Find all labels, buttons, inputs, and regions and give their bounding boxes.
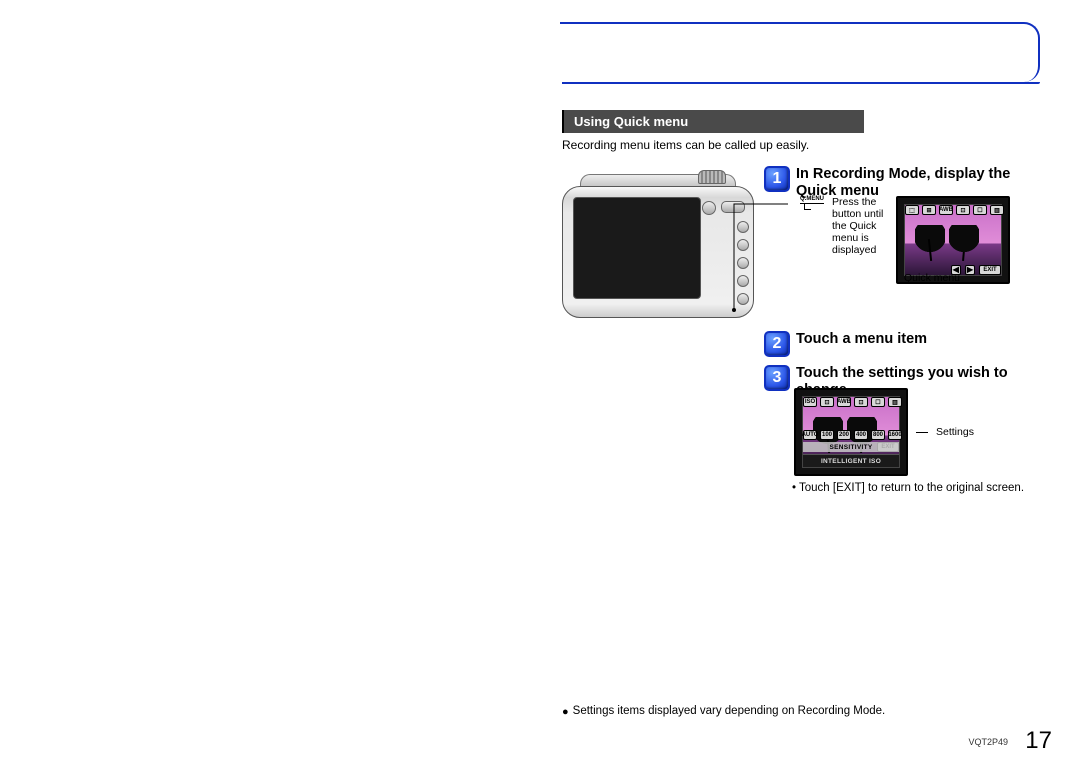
qmenu-button-label: Q.MENU	[800, 196, 824, 204]
bullet-icon: ●	[562, 705, 569, 719]
step-number-icon: 2	[764, 331, 790, 357]
document-id: VQT2P49	[968, 737, 1008, 747]
sensitivity-label: SENSITIVITY	[803, 442, 899, 452]
step-number-icon: 3	[764, 365, 790, 391]
nav-next-icon: ▶	[965, 265, 975, 275]
footnote: ● Settings items displayed vary dependin…	[562, 705, 885, 719]
page-number: 17	[1025, 727, 1052, 755]
iso-option: AUTO	[803, 430, 817, 440]
qm-icon: AWB	[837, 397, 851, 407]
page-frame	[560, 22, 1040, 82]
qm-icon: ⬚	[905, 205, 919, 215]
iso-option: 800	[871, 430, 885, 440]
iso-option: 100	[820, 430, 834, 440]
exit-button: EXIT	[979, 265, 1001, 275]
qm-icon: ⊡	[854, 397, 868, 407]
intelligent-iso-label: INTELLIGENT ISO	[803, 454, 899, 467]
footnote-text: Settings items displayed vary depending …	[573, 705, 886, 717]
iso-option: 1600	[888, 430, 902, 440]
step-2: 2 Touch a menu item	[764, 331, 1054, 357]
settings-caption: Settings	[936, 426, 974, 438]
iso-option: 400	[854, 430, 868, 440]
step-2-title: Touch a menu item	[796, 331, 927, 348]
qm-icon: ISO	[803, 397, 817, 407]
qm-icon: ▥	[990, 205, 1004, 215]
qm-icon: ▥	[888, 397, 902, 407]
section-header: Using Quick menu	[562, 110, 864, 133]
quickmenu-caption: Quick menu	[904, 272, 960, 284]
intro-text: Recording menu items can be called up ea…	[562, 138, 809, 152]
qm-icon: ⊡	[820, 397, 834, 407]
camera-illustration	[562, 168, 754, 318]
qm-icon: ☐	[973, 205, 987, 215]
qm-icon: AWB	[939, 205, 953, 215]
step-number-icon: 1	[764, 166, 790, 192]
return-note: • Touch [EXIT] to return to the original…	[792, 482, 1024, 494]
iso-option: 200	[837, 430, 851, 440]
leader-line	[916, 432, 928, 433]
qm-icon: ☐	[871, 397, 885, 407]
quickmenu-preview: ⬚ ⊞ AWB ⊡ ☐ ▥ ◀ ▶ EXIT	[896, 196, 1010, 284]
press-instruction: Press the button until the Quick menu is…	[832, 196, 888, 256]
qm-icon: ⊞	[922, 205, 936, 215]
settings-preview: ISO ⊡ AWB ⊡ ☐ ▥ AUTO 100 200 400 800 160…	[794, 388, 908, 476]
qm-icon: ⊡	[956, 205, 970, 215]
